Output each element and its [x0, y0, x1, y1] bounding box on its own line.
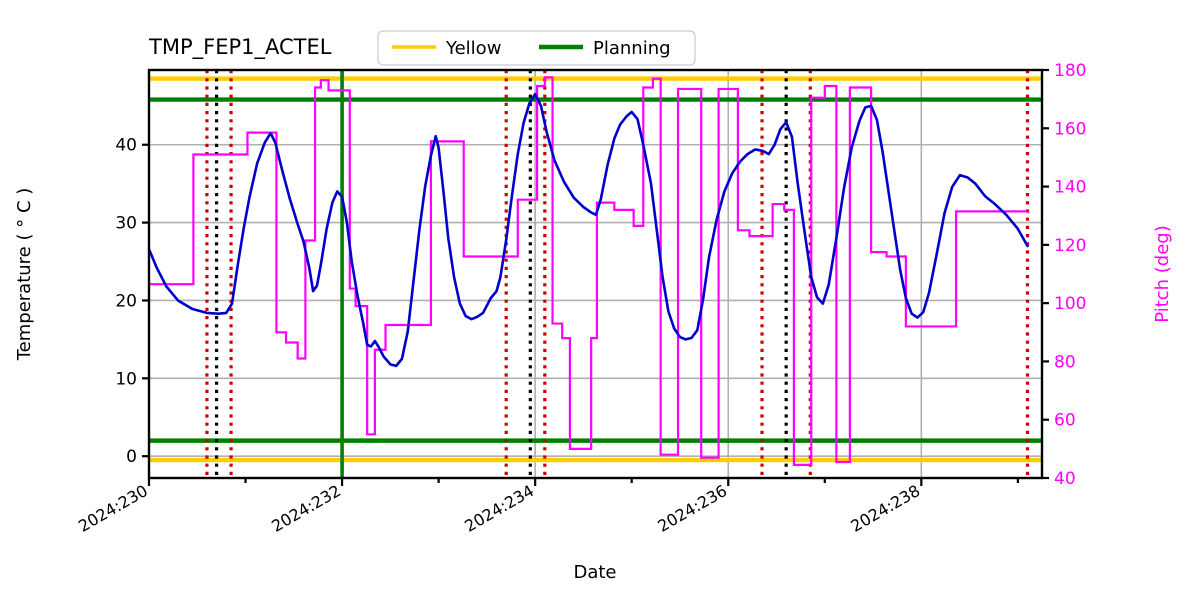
ytick-right-label-2: 80 [1054, 352, 1076, 372]
chart-title: TMP_FEP1_ACTEL [148, 35, 332, 60]
y-axis-label: Temperature ( ° C ) [14, 188, 35, 362]
right-axis-tick-labels: 40 60 80 100 120 140 160 180 [1054, 61, 1086, 489]
ytick-label-2: 20 [115, 291, 137, 311]
bottom-axis-ticks [147, 478, 1019, 486]
xtick-label-2: 2024:232 [268, 481, 344, 536]
ytick-right-label-5: 140 [1054, 178, 1086, 198]
xtick-label-4: 2024:234 [461, 481, 537, 536]
xtick-label-6: 2024:236 [654, 481, 730, 536]
ytick-label-0: 0 [126, 447, 137, 467]
ytick-right-label-7: 180 [1054, 61, 1086, 81]
legend-label-yellow: Yellow [445, 38, 501, 59]
bottom-axis-tick-labels: 2024:230 2024:232 2024:234 2024:236 2024:238 [75, 481, 923, 536]
x-axis-label: Date [573, 562, 616, 583]
limit-lines [149, 76, 1042, 463]
legend-label-planning: Planning [593, 38, 671, 59]
ytick-label-4: 40 [115, 136, 137, 156]
ytick-right-label-3: 100 [1054, 294, 1086, 314]
y-axis-label-right: Pitch (deg) [1152, 225, 1173, 323]
ytick-right-label-6: 160 [1054, 119, 1086, 139]
ytick-label-1: 10 [115, 369, 137, 389]
chart-figure: 0 10 20 30 40 40 60 80 100 120 140 160 180 2024:230… [0, 0, 1200, 600]
vertical-gridlines [148, 70, 923, 478]
chart-legend: Yellow Planning [377, 30, 696, 66]
xtick-label-8: 2024:238 [847, 481, 923, 536]
ytick-right-label-1: 60 [1054, 411, 1076, 431]
ytick-label-3: 30 [115, 214, 137, 234]
pitch-line [149, 76, 1028, 466]
chart-svg: 0 10 20 30 40 40 60 80 100 120 140 160 180 2024:230… [14, 30, 1173, 583]
series-temperature [147, 92, 1029, 368]
xtick-label-0: 2024:230 [75, 481, 151, 536]
left-axis-tick-labels: 0 10 20 30 40 [115, 136, 137, 467]
ytick-right-label-0: 40 [1054, 469, 1076, 489]
axes-frame [147, 68, 1044, 480]
temperature-line [147, 92, 1029, 368]
series-pitch [149, 76, 1028, 466]
ytick-right-label-4: 120 [1054, 236, 1086, 256]
